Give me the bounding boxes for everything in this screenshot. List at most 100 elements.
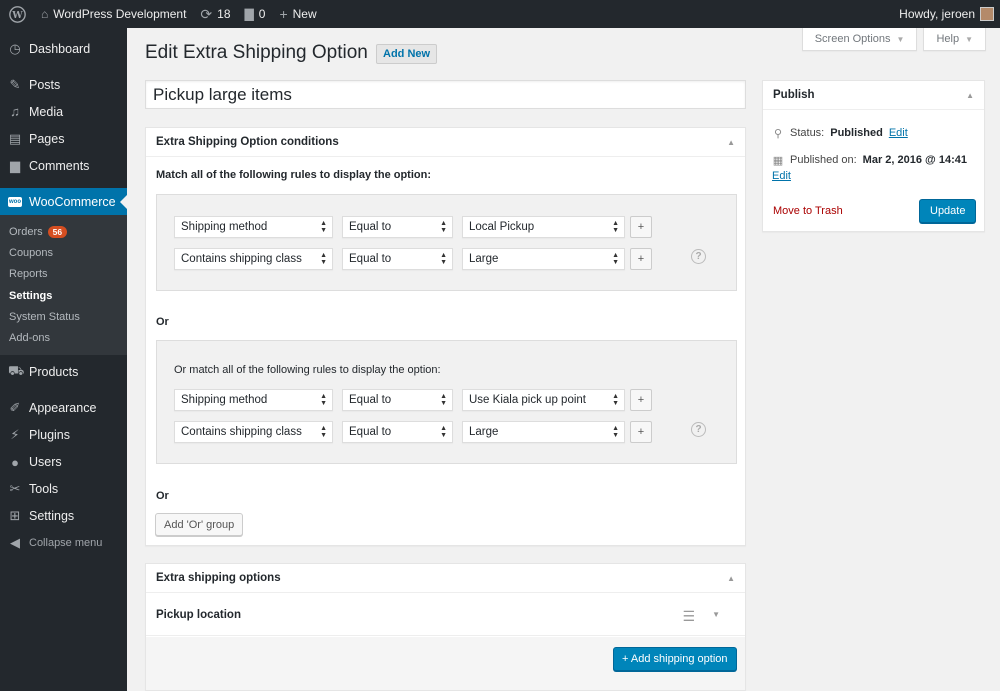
condition-operator-select[interactable]: Equal to ▲ ▼ [342, 421, 453, 443]
update-button[interactable]: Update [919, 199, 977, 223]
publish-header[interactable]: Publish ▲ [763, 81, 984, 110]
sidebar-item-dashboard[interactable]: ◷ Dashboard [0, 35, 127, 62]
shipping-option-row[interactable]: Pickup location ☰ ▼ [146, 594, 745, 636]
sidebar-item-media[interactable]: ♫ Media [0, 98, 127, 125]
admin-bar: W ⌂ WordPress Development ⟳ 18 ▇ 0 + New… [0, 0, 1000, 28]
help-button[interactable]: Help ▼ [923, 28, 986, 51]
add-condition-button[interactable]: + [630, 389, 652, 411]
shipping-options-header[interactable]: Extra shipping options ▲ [146, 564, 745, 593]
add-or-group-button[interactable]: Add 'Or' group [155, 513, 244, 536]
help-icon[interactable]: ? [691, 422, 706, 437]
collapse-arrow-icon[interactable]: ▲ [727, 138, 735, 147]
conditions-header[interactable]: Extra Shipping Option conditions ▲ [146, 128, 745, 157]
condition-value-select[interactable]: Use Kiala pick up point ▲ ▼ [462, 389, 625, 411]
publish-metabox: Publish ▲ ⚲ Status: Published Edit ▦ Pub… [762, 80, 985, 232]
condition-row: Shipping method ▲ ▼ Equal to ▲ ▼ Use Kiala p… [174, 389, 652, 411]
add-new-button[interactable]: Add New [376, 44, 438, 64]
main-content: Screen Options ▼ Help ▼ Edit Extra Shippin… [127, 28, 1000, 691]
select-arrows-icon: ▲ ▼ [440, 393, 447, 407]
condition-operator-select[interactable]: Equal to ▲ ▼ [342, 248, 453, 270]
condition-value-select[interactable]: Large ▲ ▼ [462, 421, 625, 443]
woocommerce-submenu: Orders 56 Coupons Reports Settings System… [0, 215, 127, 355]
condition-row: Shipping method ▲ ▼ Equal to ▲ ▼ Local Picku… [174, 216, 652, 238]
new-content-link[interactable]: + New [272, 0, 323, 28]
plus-icon: + [279, 6, 288, 22]
post-status: ⚲ Status: Published Edit [773, 127, 908, 140]
comments-link[interactable]: ▇ 0 [238, 0, 273, 28]
comments-icon: ▆ [10, 157, 20, 173]
sidebar-item-appearance[interactable]: ✐ Appearance [0, 395, 127, 422]
svg-text:W: W [11, 9, 23, 20]
add-shipping-option-button[interactable]: + Add shipping option [613, 647, 737, 671]
sidebar-item-users[interactable]: ● Users [0, 449, 127, 476]
sidebar-subitem-reports[interactable]: Reports [0, 264, 127, 285]
collapse-menu-button[interactable]: ◀ Collapse menu [0, 530, 127, 557]
sidebar-item-products[interactable]: ⛟ Products [0, 359, 127, 386]
condition-field-select[interactable]: Contains shipping class ▲ ▼ [174, 248, 333, 270]
sidebar-subitem-system-status[interactable]: System Status [0, 306, 127, 327]
condition-group-2: Or match all of the following rules to d… [156, 340, 737, 464]
shipping-options-metabox: Extra shipping options ▲ Pickup location… [145, 563, 746, 691]
condition-field-select[interactable]: Contains shipping class ▲ ▼ [174, 421, 333, 443]
user-icon: ● [11, 454, 19, 470]
calendar-icon: ▦ [772, 155, 784, 167]
sidebar-item-posts[interactable]: ✎ Posts [0, 71, 127, 98]
publish-date: ▦ Published on: Mar 2, 2016 @ 14:41 [772, 154, 967, 167]
edit-status-link[interactable]: Edit [889, 127, 908, 140]
updates-icon: ⟳ [200, 5, 213, 22]
condition-group-1: Shipping method ▲ ▼ Equal to ▲ ▼ Local Picku… [156, 194, 737, 291]
updates-link[interactable]: ⟳ 18 [193, 0, 237, 28]
sidebar-subitem-orders[interactable]: Orders 56 [0, 221, 127, 242]
condition-value-select[interactable]: Large ▲ ▼ [462, 248, 625, 270]
sidebar-item-settings[interactable]: ⊞ Settings [0, 503, 127, 530]
plugin-icon: ⚡ [10, 427, 20, 443]
sidebar-item-comments[interactable]: ▆ Comments [0, 152, 127, 179]
site-name-link[interactable]: ⌂ WordPress Development [34, 0, 193, 28]
sidebar-item-woocommerce[interactable]: woo WooCommerce [0, 188, 127, 215]
select-arrows-icon: ▲ ▼ [612, 252, 619, 266]
select-arrows-icon: ▲ ▼ [320, 252, 327, 266]
sidebar-subitem-settings[interactable]: Settings [0, 285, 127, 306]
condition-row: Contains shipping class ▲ ▼ Equal to ▲ ▼ Lar… [174, 421, 652, 443]
condition-operator-select[interactable]: Equal to ▲ ▼ [342, 389, 453, 411]
move-to-trash-link[interactable]: Move to Trash [773, 205, 843, 217]
select-arrows-icon: ▲ ▼ [440, 252, 447, 266]
condition-row: Contains shipping class ▲ ▼ Equal to ▲ ▼ Lar… [174, 248, 652, 270]
sidebar-subitem-addons[interactable]: Add-ons [0, 327, 127, 348]
condition-field-select[interactable]: Shipping method ▲ ▼ [174, 389, 333, 411]
collapse-arrow-icon: ◀ [10, 535, 20, 551]
comment-bubble-icon: ▇ [244, 7, 254, 21]
sidebar-item-tools[interactable]: ✂ Tools [0, 476, 127, 503]
conditions-intro: Match all of the following rules to disp… [156, 169, 431, 181]
collapse-arrow-icon[interactable]: ▲ [727, 574, 735, 583]
condition-operator-select[interactable]: Equal to ▲ ▼ [342, 216, 453, 238]
post-title-input[interactable]: Pickup large items [145, 80, 746, 109]
help-icon[interactable]: ? [691, 249, 706, 264]
add-condition-button[interactable]: + [630, 248, 652, 270]
sidebar-item-pages[interactable]: ▤ Pages [0, 125, 127, 152]
condition-value-select[interactable]: Local Pickup ▲ ▼ [462, 216, 625, 238]
sidebar-item-plugins[interactable]: ⚡ Plugins [0, 422, 127, 449]
account-menu[interactable]: Howdy, jeroen [892, 0, 1000, 28]
edit-date-row: Edit [772, 170, 791, 182]
add-condition-button[interactable]: + [630, 421, 652, 443]
screen-options-button[interactable]: Screen Options ▼ [801, 28, 918, 51]
collapse-arrow-icon[interactable]: ▲ [966, 91, 974, 100]
expand-arrow-icon[interactable]: ▼ [712, 610, 720, 619]
select-arrows-icon: ▲ ▼ [320, 425, 327, 439]
sidebar-subitem-coupons[interactable]: Coupons [0, 242, 127, 263]
home-icon: ⌂ [41, 7, 49, 21]
orders-count-badge: 56 [47, 225, 68, 238]
wordpress-logo-icon[interactable]: W [0, 0, 34, 28]
condition-field-select[interactable]: Shipping method ▲ ▼ [174, 216, 333, 238]
media-icon: ♫ [10, 104, 20, 119]
avatar [980, 7, 994, 21]
condition-group-intro: Or match all of the following rules to d… [174, 364, 441, 376]
edit-date-link[interactable]: Edit [772, 170, 791, 182]
page-title: Edit Extra Shipping Option [145, 42, 368, 63]
drag-handle-icon[interactable]: ☰ [682, 608, 695, 625]
select-arrows-icon: ▲ ▼ [320, 393, 327, 407]
add-condition-button[interactable]: + [630, 216, 652, 238]
screen-meta-tabs: Screen Options ▼ Help ▼ [801, 28, 986, 51]
select-arrows-icon: ▲ ▼ [440, 425, 447, 439]
